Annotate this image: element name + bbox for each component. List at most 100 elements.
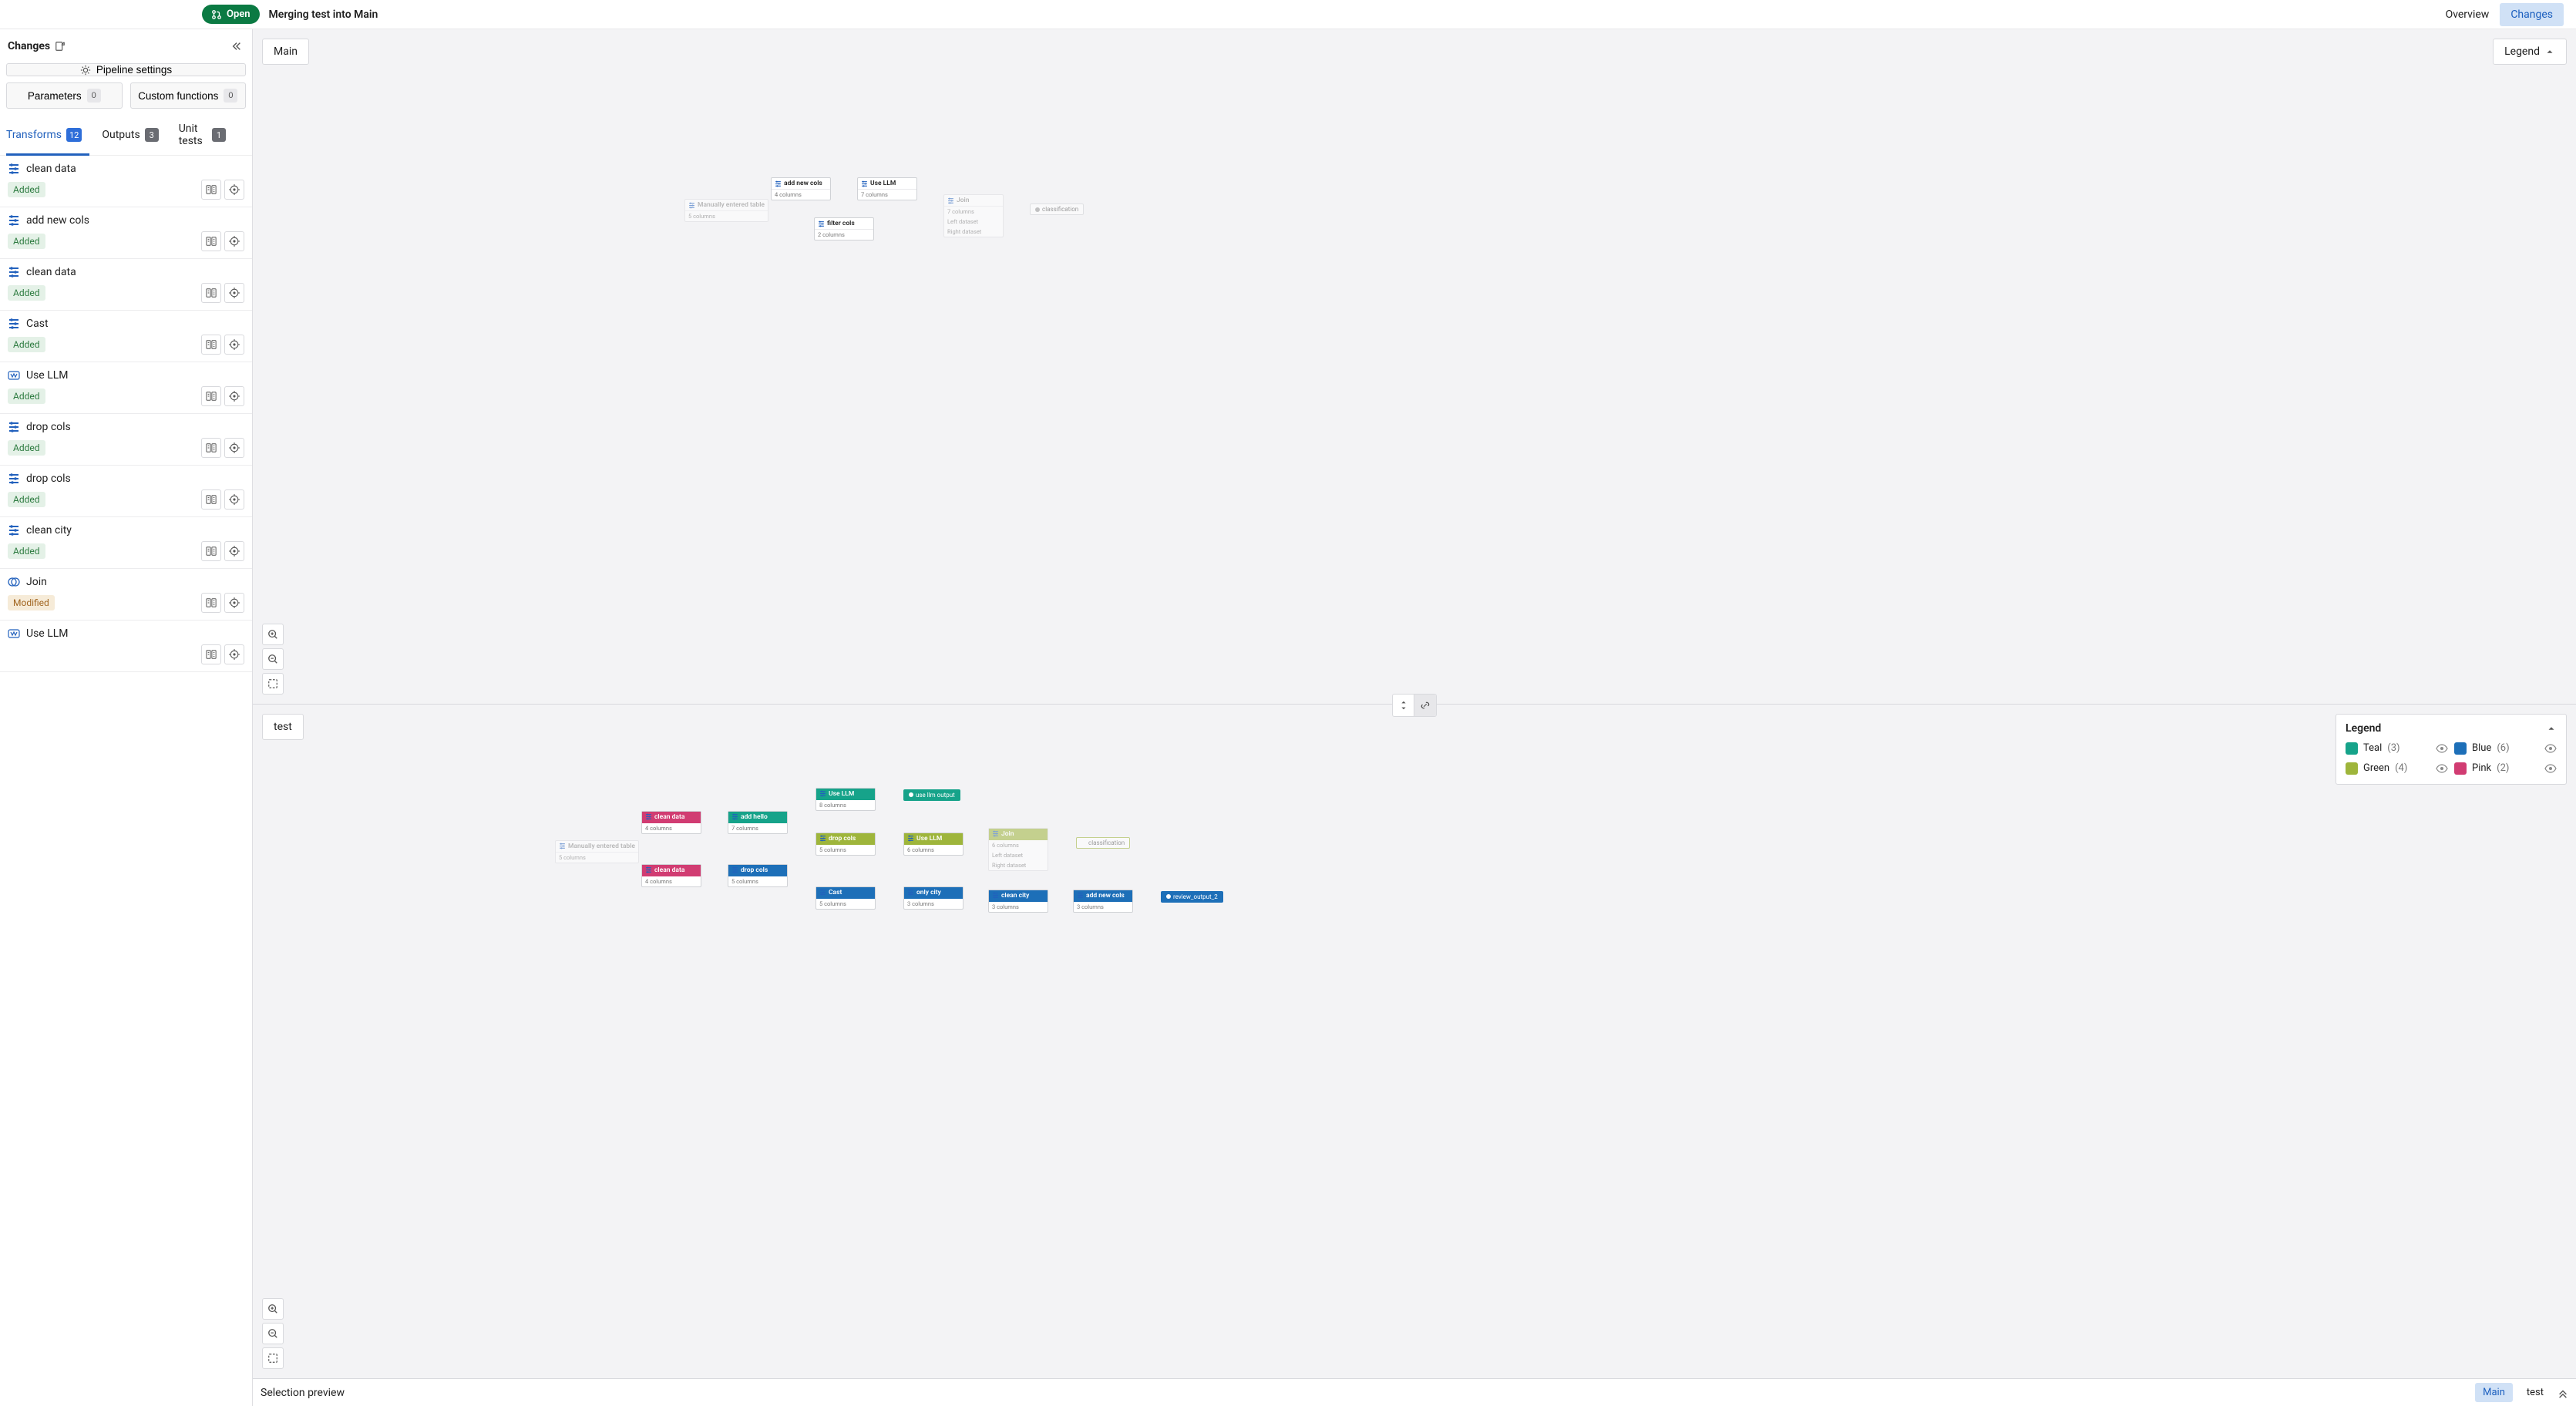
eye-icon[interactable] <box>2436 742 2448 755</box>
tab-outputs[interactable]: Outputs 3 <box>102 116 166 155</box>
parameters-button[interactable]: Parameters 0 <box>6 82 123 109</box>
graph-node[interactable]: Use LLM 8 columns <box>816 788 876 811</box>
zoom-out-button[interactable] <box>262 648 284 670</box>
diff-button[interactable] <box>201 541 221 561</box>
graph-node[interactable]: add new cols 3 columns <box>1073 890 1133 913</box>
split-vertical-button[interactable] <box>1393 695 1414 716</box>
tab-unit-tests[interactable]: Unit tests 1 <box>179 116 234 155</box>
transform-item[interactable]: Use LLM <box>0 621 252 672</box>
caret-up-icon[interactable] <box>2546 723 2557 734</box>
tab-changes[interactable]: Changes <box>2500 3 2564 26</box>
zoom-out-button[interactable] <box>262 1323 284 1344</box>
locate-button[interactable] <box>224 541 244 561</box>
diff-button[interactable] <box>201 593 221 613</box>
pane-label-test: test <box>262 714 304 740</box>
export-icon[interactable] <box>55 41 66 52</box>
zoom-in-button[interactable] <box>262 1298 284 1320</box>
locate-button[interactable] <box>224 438 244 458</box>
locate-button[interactable] <box>224 386 244 406</box>
pane-label-main: Main <box>262 39 309 65</box>
transform-item[interactable]: drop cols Added <box>0 414 252 466</box>
eye-icon[interactable] <box>2436 762 2448 775</box>
eye-icon[interactable] <box>2544 742 2557 755</box>
locate-button[interactable] <box>224 180 244 200</box>
custom-functions-button[interactable]: Custom functions 0 <box>130 82 247 109</box>
locate-button[interactable] <box>224 644 244 664</box>
diff-icon <box>206 288 217 298</box>
status-chip: Added <box>8 182 45 197</box>
graph-node[interactable]: use llm output <box>903 789 960 801</box>
collapse-sidebar-button[interactable] <box>229 39 244 54</box>
graph-node[interactable]: Join 7 columnsLeft datasetRight dataset <box>943 194 1004 237</box>
diff-button[interactable] <box>201 180 221 200</box>
diff-button[interactable] <box>201 644 221 664</box>
footer-chip-main[interactable]: Main <box>2475 1383 2513 1402</box>
status-chip: Added <box>8 388 45 404</box>
legend-entry[interactable]: Green (4) <box>2346 762 2448 775</box>
legend-entry[interactable]: Blue (6) <box>2454 742 2557 755</box>
legend-entry[interactable]: Pink (2) <box>2454 762 2557 775</box>
status-chip: Added <box>8 234 45 249</box>
diff-icon <box>206 236 217 247</box>
zoom-fit-button[interactable] <box>262 673 284 695</box>
graph-node[interactable]: clean data 4 columns <box>641 864 701 887</box>
tab-overview[interactable]: Overview <box>2435 3 2500 26</box>
diff-button[interactable] <box>201 489 221 510</box>
footer-chip-test[interactable]: test <box>2519 1383 2551 1402</box>
node-label: clean data <box>654 813 684 821</box>
locate-button[interactable] <box>224 593 244 613</box>
graph-node[interactable]: Manually entered table 5 columns <box>555 840 639 863</box>
graph-node[interactable]: drop cols 5 columns <box>816 832 876 856</box>
transform-item[interactable]: add new cols Added <box>0 207 252 259</box>
chevron-up-icon[interactable] <box>2558 1388 2568 1398</box>
canvas-pane-main[interactable]: Main Legend Manually entered table 5 col… <box>253 29 2576 705</box>
canvas-pane-test[interactable]: test Legend Teal (3) Blue (6) Green (4) … <box>253 705 2576 1379</box>
transform-item[interactable]: clean data Added <box>0 259 252 311</box>
graph-node[interactable]: Cast 5 columns <box>816 886 876 910</box>
graph-node[interactable]: Manually entered table 5 columns <box>684 199 768 222</box>
locate-button[interactable] <box>224 283 244 303</box>
transform-item[interactable]: clean city Added <box>0 517 252 569</box>
node-sub: 5 columns <box>685 211 768 221</box>
node-label: Use LLM <box>829 790 854 798</box>
graph-node[interactable]: Use LLM 7 columns <box>857 177 917 200</box>
node-sub: 3 columns <box>1074 902 1132 912</box>
tab-transforms[interactable]: Transforms 12 <box>6 116 89 155</box>
locate-button[interactable] <box>224 231 244 251</box>
graph-node[interactable]: filter cols 2 columns <box>814 217 874 240</box>
transform-item[interactable]: clean data Added <box>0 156 252 207</box>
diff-button[interactable] <box>201 283 221 303</box>
graph-node[interactable]: only city 3 columns <box>903 886 963 910</box>
split-link-button[interactable] <box>1414 695 1436 716</box>
transform-icon <box>731 813 738 820</box>
transform-item[interactable]: drop cols Added <box>0 466 252 517</box>
graph-node[interactable]: review_output_2 <box>1161 891 1223 903</box>
diff-button[interactable] <box>201 438 221 458</box>
locate-button[interactable] <box>224 489 244 510</box>
graph-node[interactable]: add new cols 4 columns <box>771 177 831 200</box>
diff-button[interactable] <box>201 386 221 406</box>
diff-button[interactable] <box>201 335 221 355</box>
locate-button[interactable] <box>224 335 244 355</box>
graph-node[interactable]: Use LLM 6 columns <box>903 832 963 856</box>
legend-entry[interactable]: Teal (3) <box>2346 742 2448 755</box>
transform-icon <box>8 473 20 485</box>
graph-node[interactable]: add hello 7 columns <box>728 811 788 834</box>
zoom-fit-button[interactable] <box>262 1347 284 1369</box>
eye-icon[interactable] <box>2544 762 2557 775</box>
diff-button[interactable] <box>201 231 221 251</box>
zoom-in-button[interactable] <box>262 624 284 645</box>
graph-node[interactable]: classification <box>1076 837 1130 849</box>
transform-item[interactable]: Use LLM Added <box>0 362 252 414</box>
legend-toggle-button[interactable]: Legend <box>2493 39 2567 65</box>
pipeline-settings-button[interactable]: Pipeline settings <box>6 63 246 76</box>
parameters-label: Parameters <box>28 90 82 102</box>
graph-node[interactable]: classification <box>1030 204 1084 215</box>
pipeline-settings-label: Pipeline settings <box>96 64 172 76</box>
graph-node[interactable]: drop cols 5 columns <box>728 864 788 887</box>
graph-node[interactable]: Join 6 columnsLeft datasetRight dataset <box>988 828 1048 871</box>
graph-node[interactable]: clean data 4 columns <box>641 811 701 834</box>
transform-item[interactable]: Cast Added <box>0 311 252 362</box>
graph-node[interactable]: clean city 3 columns <box>988 890 1048 913</box>
transform-item[interactable]: Join Modified <box>0 569 252 621</box>
